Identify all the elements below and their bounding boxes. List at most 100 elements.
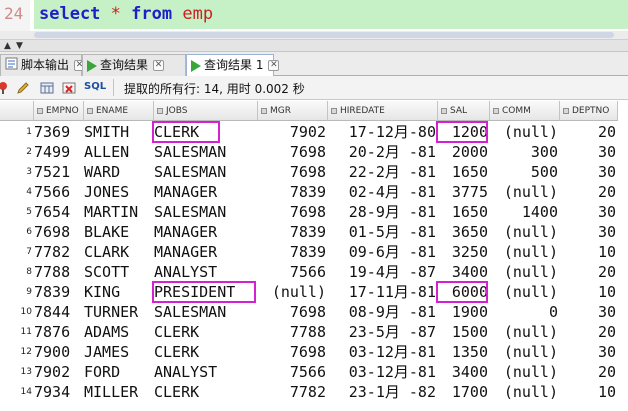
edit-icon[interactable]	[16, 80, 30, 94]
column-header-deptno[interactable]: DEPTNO	[560, 101, 618, 121]
cell-ename[interactable]: WARD	[84, 162, 152, 182]
cell-mgr[interactable]: 7839	[258, 182, 326, 202]
row-number[interactable]: 1	[0, 122, 34, 142]
cell-hiredate[interactable]: 03-12月-81	[328, 342, 436, 362]
cell-jobs[interactable]: MANAGER	[154, 222, 256, 242]
close-icon[interactable]: ✕	[268, 60, 280, 71]
cell-ename[interactable]: CLARK	[84, 242, 152, 262]
cell-hiredate[interactable]: 20-2月 -81	[328, 142, 436, 162]
tab-query-result[interactable]: 查询结果 ✕	[82, 54, 186, 76]
cell-jobs[interactable]: CLERK	[154, 122, 256, 142]
cell-jobs[interactable]: CLERK	[154, 382, 256, 402]
cell-sal[interactable]: 1500	[438, 322, 488, 342]
cell-sal[interactable]: 1700	[438, 382, 488, 402]
panel-splitter[interactable]: ▲ ▼	[0, 40, 628, 52]
cell-deptno[interactable]: 30	[560, 222, 616, 242]
cell-deptno[interactable]: 10	[560, 382, 616, 402]
row-number[interactable]: 10	[0, 302, 34, 322]
cell-jobs[interactable]: ANALYST	[154, 362, 256, 382]
cell-comm[interactable]: (null)	[490, 322, 558, 342]
cell-hiredate[interactable]: 01-5月 -81	[328, 222, 436, 242]
cell-empno[interactable]: 7782	[34, 242, 82, 262]
cell-mgr[interactable]: 7788	[258, 322, 326, 342]
cell-mgr[interactable]: (null)	[258, 282, 326, 302]
cell-deptno[interactable]: 30	[560, 142, 616, 162]
cell-comm[interactable]: (null)	[490, 122, 558, 142]
cell-sal[interactable]: 1200	[438, 122, 488, 142]
cell-mgr[interactable]: 7839	[258, 242, 326, 262]
cell-empno[interactable]: 7566	[34, 182, 82, 202]
cell-comm[interactable]: (null)	[490, 362, 558, 382]
cell-ename[interactable]: JONES	[84, 182, 152, 202]
cell-hiredate[interactable]: 23-5月 -87	[328, 322, 436, 342]
cell-empno[interactable]: 7844	[34, 302, 82, 322]
row-number[interactable]: 14	[0, 382, 34, 402]
cell-jobs[interactable]: SALESMAN	[154, 162, 256, 182]
table-row[interactable]: 13 7902 FORD ANALYST 7566 03-12月-81 3400 (null)…	[0, 362, 628, 382]
table-row[interactable]: 8 7788 SCOTT ANALYST 7566 19-4月 -87 3400 (null)…	[0, 262, 628, 282]
cell-jobs[interactable]: CLERK	[154, 322, 256, 342]
current-code-line[interactable]: select * from emp	[34, 0, 628, 29]
cell-mgr[interactable]: 7698	[258, 342, 326, 362]
cell-comm[interactable]: (null)	[490, 282, 558, 302]
cell-mgr[interactable]: 7698	[258, 142, 326, 162]
cell-comm[interactable]: 1400	[490, 202, 558, 222]
cell-comm[interactable]: (null)	[490, 262, 558, 282]
cell-mgr[interactable]: 7698	[258, 202, 326, 222]
row-number[interactable]: 13	[0, 362, 34, 382]
table-row[interactable]: 14 7934 MILLER CLERK 7782 23-1月 -82 1700 (null)…	[0, 382, 628, 402]
cell-empno[interactable]: 7499	[34, 142, 82, 162]
row-number[interactable]: 5	[0, 202, 34, 222]
row-number[interactable]: 2	[0, 142, 34, 162]
cell-comm[interactable]: 0	[490, 302, 558, 322]
cell-hiredate[interactable]: 23-1月 -82	[328, 382, 436, 402]
cell-empno[interactable]: 7900	[34, 342, 82, 362]
table-row[interactable]: 9 7839 KING PRESIDENT (null) 17-11月-81 6000 (nu…	[0, 282, 628, 302]
cell-sal[interactable]: 3650	[438, 222, 488, 242]
cell-comm[interactable]: (null)	[490, 182, 558, 202]
table-row[interactable]: 1 7369 SMITH CLERK 7902 17-12月-80 1200 (null) 20	[0, 122, 628, 142]
cell-comm[interactable]: 500	[490, 162, 558, 182]
cell-deptno[interactable]: 30	[560, 202, 616, 222]
table-row[interactable]: 11 7876 ADAMS CLERK 7788 23-5月 -87 1500 (null) 2…	[0, 322, 628, 342]
cell-ename[interactable]: ALLEN	[84, 142, 152, 162]
table-row[interactable]: 3 7521 WARD SALESMAN 7698 22-2月 -81 1650 500 30	[0, 162, 628, 182]
collapse-up-icon[interactable]: ▲	[4, 41, 11, 51]
cell-empno[interactable]: 7369	[34, 122, 82, 142]
row-number[interactable]: 8	[0, 262, 34, 282]
result-grid[interactable]: EMPNO ENAME JOBS MGR HIREDATE SAL COMM DEPTNO 1 7…	[0, 101, 628, 411]
cell-mgr[interactable]: 7782	[258, 382, 326, 402]
cell-ename[interactable]: FORD	[84, 362, 152, 382]
editor-horizontal-scrollbar[interactable]	[0, 31, 628, 40]
cell-ename[interactable]: BLAKE	[84, 222, 152, 242]
cell-hiredate[interactable]: 03-12月-81	[328, 362, 436, 382]
cell-hiredate[interactable]: 19-4月 -87	[328, 262, 436, 282]
cell-empno[interactable]: 7521	[34, 162, 82, 182]
cell-sal[interactable]: 1350	[438, 342, 488, 362]
pin-icon[interactable]	[0, 80, 10, 94]
cell-hiredate[interactable]: 22-2月 -81	[328, 162, 436, 182]
cell-comm[interactable]: (null)	[490, 382, 558, 402]
row-number[interactable]: 11	[0, 322, 34, 342]
cell-deptno[interactable]: 20	[560, 362, 616, 382]
cell-hiredate[interactable]: 17-11月-81	[328, 282, 436, 302]
cell-jobs[interactable]: SALESMAN	[154, 302, 256, 322]
cell-sal[interactable]: 1650	[438, 202, 488, 222]
column-header-comm[interactable]: COMM	[490, 101, 560, 121]
cell-deptno[interactable]: 20	[560, 182, 616, 202]
cell-jobs[interactable]: SALESMAN	[154, 202, 256, 222]
cell-comm[interactable]: (null)	[490, 222, 558, 242]
cell-sal[interactable]: 3250	[438, 242, 488, 262]
cell-deptno[interactable]: 30	[560, 342, 616, 362]
scrollbar-thumb[interactable]	[34, 32, 614, 38]
cell-mgr[interactable]: 7566	[258, 262, 326, 282]
cell-hiredate[interactable]: 17-12月-80	[328, 122, 436, 142]
export-icon[interactable]	[40, 80, 54, 94]
cell-deptno[interactable]: 10	[560, 242, 616, 262]
cell-sal[interactable]: 3400	[438, 262, 488, 282]
cell-empno[interactable]: 7788	[34, 262, 82, 282]
cell-hiredate[interactable]: 02-4月 -81	[328, 182, 436, 202]
cell-jobs[interactable]: CLERK	[154, 342, 256, 362]
cell-sal[interactable]: 6000	[438, 282, 488, 302]
cell-deptno[interactable]: 30	[560, 302, 616, 322]
